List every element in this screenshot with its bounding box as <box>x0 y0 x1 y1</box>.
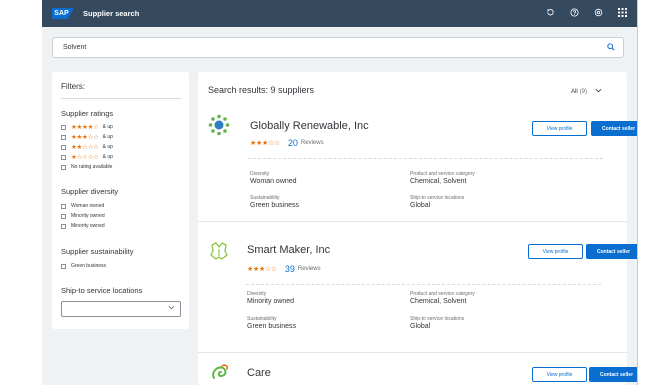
review-count[interactable]: 39 <box>285 264 295 274</box>
card-separator <box>198 352 627 353</box>
diversity-filter-minority-2[interactable]: Minority owned <box>61 222 105 230</box>
diversity-label: Woman owned <box>71 203 105 209</box>
diversity-label: Diversity <box>247 291 267 297</box>
filters-title: Filters: <box>61 82 85 91</box>
locations-label: Ship-to service locations <box>410 195 465 201</box>
all-count: (9) <box>579 88 587 95</box>
locations-value: Global <box>410 202 431 209</box>
checkbox[interactable] <box>61 164 66 170</box>
search-icon[interactable] <box>607 42 615 53</box>
search-input[interactable] <box>61 43 607 52</box>
locations-select[interactable] <box>61 301 181 317</box>
card-separator <box>198 221 627 222</box>
filters-divider <box>61 98 181 99</box>
checkbox[interactable] <box>61 213 66 219</box>
diversity-label: Diversity <box>250 171 270 177</box>
card-divider <box>248 158 603 159</box>
checkbox[interactable] <box>61 124 66 130</box>
diversity-filter-minority[interactable]: Minority owned <box>61 212 105 220</box>
rating-filter-3[interactable]: ★★★☆☆ & up <box>61 133 113 141</box>
swirl-icon <box>208 362 230 384</box>
rating-filter-4[interactable]: ★★★★☆ & up <box>61 123 113 131</box>
checkbox[interactable] <box>61 144 66 150</box>
checkbox[interactable] <box>61 223 66 229</box>
category-value: Chemical, Solvent <box>410 178 467 185</box>
locations-value: Global <box>410 323 431 330</box>
app-launcher-icon[interactable] <box>617 8 627 19</box>
all-label: All <box>570 88 578 95</box>
shell-bar: SAP Supplier search <box>42 0 637 27</box>
diversity-label: Minority owned <box>71 223 105 229</box>
category-label: Product and service category <box>410 291 475 297</box>
rating-label: & up <box>102 124 113 130</box>
contact-seller-button[interactable]: Contact seller <box>591 121 637 136</box>
diversity-value: Woman owned <box>250 178 297 185</box>
app-window: SAP Supplier search Filters: Supplier <box>42 0 638 385</box>
contact-seller-button[interactable]: Contact seller <box>589 367 637 382</box>
results-title: Search results: 9 suppliers <box>208 85 315 95</box>
checkbox[interactable] <box>61 154 66 160</box>
view-profile-button[interactable]: View profile <box>532 121 587 136</box>
shell-actions <box>545 0 627 27</box>
sustainability-value: Green business <box>250 202 300 209</box>
reviews-label: Reviews <box>300 140 324 146</box>
supplier-rating: ★★★☆☆ 39 Reviews <box>247 264 321 274</box>
rating-filter-2[interactable]: ★★☆☆☆ & up <box>61 143 113 151</box>
diversity-filter-woman[interactable]: Woman owned <box>61 202 104 210</box>
supplier-name[interactable]: Smart Maker, Inc <box>247 244 330 256</box>
sun-icon <box>208 114 230 136</box>
sustainability-label: Sustainability <box>247 316 277 322</box>
rating-label: & up <box>102 134 113 140</box>
rating-label: & up <box>102 154 113 160</box>
diversity-value: Minority owned <box>247 298 295 305</box>
sustainability-heading: Supplier sustainability <box>61 247 134 256</box>
results-filter-dropdown[interactable]: All (9) <box>571 87 602 96</box>
rating-label: & up <box>102 144 113 150</box>
star-rating-icon: ★★★★☆ <box>71 124 99 131</box>
ratings-heading: Supplier ratings <box>61 109 114 118</box>
supplier-rating: ★★★☆☆ 20 Reviews <box>250 138 324 148</box>
checkbox[interactable] <box>61 134 66 140</box>
history-icon[interactable] <box>545 8 555 19</box>
diversity-label: Minority owned <box>71 213 105 219</box>
results-panel: Search results: 9 suppliers All (9) Glob… <box>198 72 637 385</box>
locations-label: Ship-to service locations <box>410 316 465 322</box>
sustainability-label: Sustainability <box>250 195 280 201</box>
leaf-icon <box>208 240 230 262</box>
sustainability-value: Green business <box>247 323 297 330</box>
sap-logo[interactable]: SAP <box>52 8 74 19</box>
checkbox[interactable] <box>61 263 66 269</box>
search-bar <box>52 37 624 58</box>
settings-icon[interactable] <box>593 8 603 19</box>
diversity-heading: Supplier diversity <box>61 187 119 196</box>
star-rating-icon: ★★★☆☆ <box>71 134 99 141</box>
view-profile-button[interactable]: View profile <box>532 367 587 382</box>
star-rating-icon: ★★☆☆☆ <box>71 144 99 151</box>
star-rating-icon: ★☆☆☆☆ <box>71 154 99 161</box>
rating-filter-1[interactable]: ★☆☆☆☆ & up <box>61 153 113 161</box>
checkbox[interactable] <box>61 203 66 209</box>
sustainability-label: Green business <box>71 263 107 269</box>
reviews-label: Reviews <box>297 266 321 272</box>
category-value: Chemical, Solvent <box>410 298 467 305</box>
card-divider <box>246 284 601 285</box>
rating-filter-none[interactable]: No rating available <box>61 163 112 171</box>
help-icon[interactable] <box>569 8 579 19</box>
filters-panel: Filters: Supplier ratings ★★★★☆ & up ★★★… <box>52 72 189 329</box>
sustainability-filter-green[interactable]: Green business <box>61 262 106 270</box>
category-label: Product and service category <box>410 171 475 177</box>
supplier-name[interactable]: Globally Renewable, Inc <box>250 120 369 132</box>
view-profile-button[interactable]: View profile <box>528 244 583 259</box>
review-count[interactable]: 20 <box>288 138 298 148</box>
chevron-down-icon <box>168 304 175 313</box>
supplier-name[interactable]: Care <box>247 367 271 379</box>
locations-heading: Ship-to service locations <box>61 286 143 295</box>
chevron-down-icon <box>595 87 602 96</box>
shell-title: Supplier search <box>83 9 140 18</box>
star-rating-icon: ★★★☆☆ <box>247 266 277 273</box>
star-rating-icon: ★★★☆☆ <box>250 140 280 147</box>
contact-seller-button[interactable]: Contact seller <box>586 244 637 259</box>
rating-label: No rating available <box>71 164 113 170</box>
